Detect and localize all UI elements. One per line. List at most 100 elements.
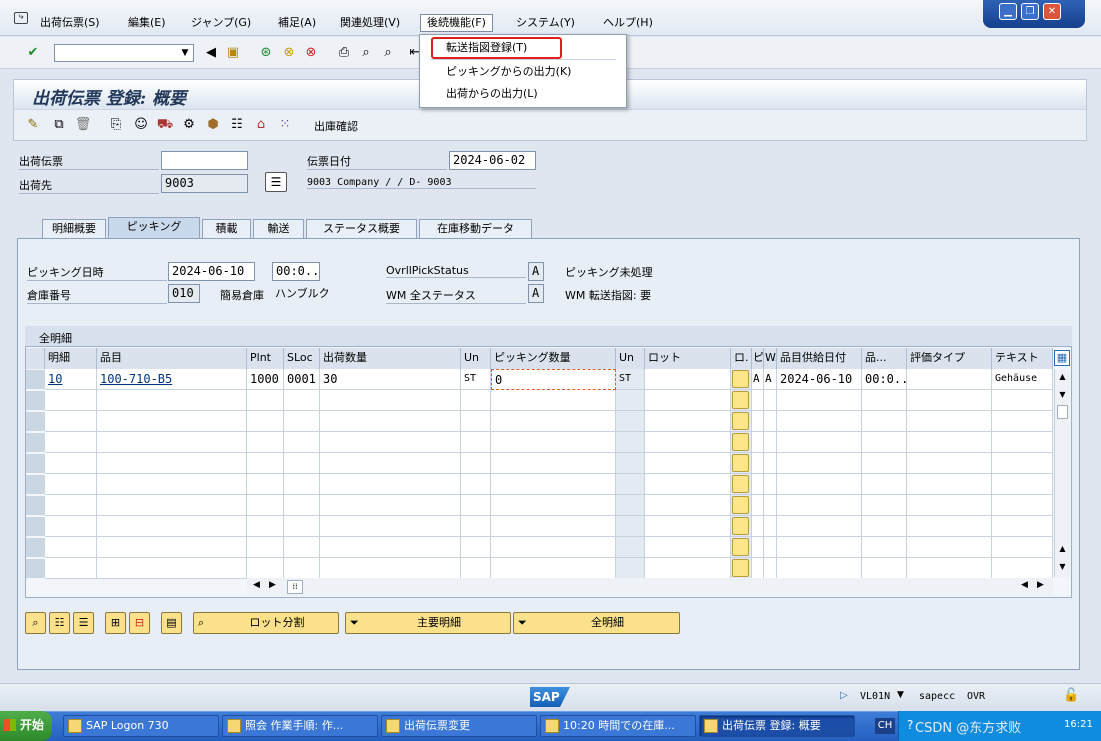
table-cell[interactable] <box>616 495 645 516</box>
back-icon[interactable]: ⊛ <box>257 44 275 62</box>
table-cell[interactable] <box>992 474 1053 495</box>
table-cell[interactable] <box>320 390 461 411</box>
table-cell[interactable] <box>645 537 731 558</box>
command-field[interactable]: ▼ <box>54 44 194 62</box>
table-cell[interactable] <box>320 516 461 537</box>
table-cell[interactable] <box>284 495 320 516</box>
tab-status-overview[interactable]: ステータス概要 <box>306 219 417 238</box>
row-selector[interactable] <box>26 391 45 411</box>
table-cell[interactable] <box>777 432 862 453</box>
table-cell[interactable] <box>777 390 862 411</box>
cell-item[interactable]: 10 <box>45 369 97 390</box>
table-cell[interactable] <box>45 495 97 516</box>
wm-status-field[interactable]: A <box>528 284 544 303</box>
column-header-material[interactable]: 品目 <box>97 348 247 369</box>
table-cell[interactable] <box>247 558 284 579</box>
table-cell[interactable] <box>247 411 284 432</box>
table-cell[interactable] <box>752 453 764 474</box>
table-cell[interactable] <box>645 390 731 411</box>
menu-help[interactable]: ヘルプ(H) <box>603 14 653 30</box>
cell-batch[interactable] <box>645 369 731 390</box>
table-cell[interactable] <box>320 453 461 474</box>
cancel-icon[interactable]: ⊗ <box>302 44 320 62</box>
table-cell[interactable] <box>491 537 616 558</box>
table-cell[interactable] <box>907 411 992 432</box>
cell-material[interactable]: 100-710-B5 <box>97 369 247 390</box>
task-stock-at-time[interactable]: 10:20 時間での在庫... <box>540 715 696 737</box>
table-cell[interactable] <box>461 558 491 579</box>
texts-icon[interactable]: ☷ <box>228 116 246 134</box>
table-cell[interactable] <box>752 558 764 579</box>
table-cell[interactable] <box>491 390 616 411</box>
deselect-all-button[interactable]: ☰ <box>73 612 94 634</box>
package-icon[interactable]: ⬢ <box>204 116 222 134</box>
grid-dots-icon[interactable]: ⁙ <box>276 116 294 134</box>
table-cell[interactable] <box>645 558 731 579</box>
scroll-page-down-icon[interactable]: ▼ <box>1055 559 1070 575</box>
table-cell[interactable] <box>320 432 461 453</box>
table-cell[interactable] <box>764 411 777 432</box>
table-cell[interactable] <box>97 516 247 537</box>
row-selector[interactable] <box>26 517 45 537</box>
table-cell[interactable] <box>45 558 97 579</box>
menu-item-output-from-delivery[interactable]: 出荷からの出力(L) <box>420 83 626 105</box>
table-cell[interactable] <box>752 495 764 516</box>
delivery-field[interactable] <box>161 151 248 170</box>
table-cell[interactable] <box>777 558 862 579</box>
table-cell[interactable] <box>461 474 491 495</box>
table-cell[interactable] <box>320 537 461 558</box>
delete-row-button[interactable]: ⊟ <box>129 612 150 634</box>
table-cell[interactable] <box>764 474 777 495</box>
menu-item-output-from-picking[interactable]: ピッキングからの出力(K) <box>420 61 626 83</box>
restore-icon[interactable]: ❐ <box>1021 3 1039 20</box>
table-cell[interactable] <box>777 474 862 495</box>
table-cell[interactable] <box>764 453 777 474</box>
session-dropdown-icon[interactable]: ▼ <box>897 690 904 700</box>
table-cell[interactable] <box>764 390 777 411</box>
tab-loading[interactable]: 積載 <box>202 219 251 238</box>
table-cell[interactable] <box>45 453 97 474</box>
table-cell[interactable] <box>862 453 907 474</box>
batch-split-button[interactable]: ⌕ ロット分割 <box>193 612 339 634</box>
column-header-sloc[interactable]: SLoc <box>284 348 320 369</box>
table-cell[interactable] <box>45 432 97 453</box>
batch-determination-button[interactable] <box>732 433 749 451</box>
table-cell[interactable] <box>461 390 491 411</box>
batch-determination-button[interactable] <box>732 496 749 514</box>
table-cell[interactable] <box>284 411 320 432</box>
table-cell[interactable] <box>461 516 491 537</box>
other-object-icon[interactable]: ⧉ <box>50 116 68 134</box>
scroll-up-icon[interactable]: ▲ <box>1055 369 1070 385</box>
table-cell[interactable] <box>45 516 97 537</box>
tab-item-overview[interactable]: 明細概要 <box>42 219 106 238</box>
row-selector[interactable] <box>26 475 45 495</box>
table-cell[interactable] <box>491 516 616 537</box>
table-cell[interactable] <box>645 432 731 453</box>
table-cell[interactable] <box>97 411 247 432</box>
print-icon[interactable]: ⎙ <box>335 44 353 62</box>
table-cell[interactable] <box>992 516 1053 537</box>
insert-row-button[interactable]: ⊞ <box>105 612 126 634</box>
table-cell[interactable] <box>992 495 1053 516</box>
find-next-icon[interactable]: ⌕ <box>379 44 397 62</box>
table-cell[interactable] <box>862 411 907 432</box>
tab-transport[interactable]: 輸送 <box>253 219 304 238</box>
table-cell[interactable] <box>97 474 247 495</box>
table-cell[interactable] <box>45 411 97 432</box>
batch-determination-button[interactable] <box>732 370 749 388</box>
table-cell[interactable] <box>97 495 247 516</box>
table-cell[interactable] <box>491 453 616 474</box>
table-cell[interactable] <box>645 411 731 432</box>
scroll-left-end-icon[interactable]: ◀ <box>1021 580 1028 590</box>
tab-goods-movement-data[interactable]: 在庫移動データ <box>419 219 532 238</box>
table-cell[interactable] <box>907 432 992 453</box>
document-date-field[interactable]: 2024-06-02 <box>449 151 536 170</box>
column-header-batch[interactable]: ロット <box>645 348 731 369</box>
table-cell[interactable] <box>862 474 907 495</box>
scroll-right-icon[interactable]: ▶ <box>269 580 276 590</box>
table-cell[interactable] <box>247 432 284 453</box>
table-cell[interactable] <box>862 390 907 411</box>
scroll-right-end-icon[interactable]: ▶ <box>1037 580 1044 590</box>
column-header-selector[interactable] <box>26 348 45 369</box>
table-cell[interactable] <box>616 390 645 411</box>
